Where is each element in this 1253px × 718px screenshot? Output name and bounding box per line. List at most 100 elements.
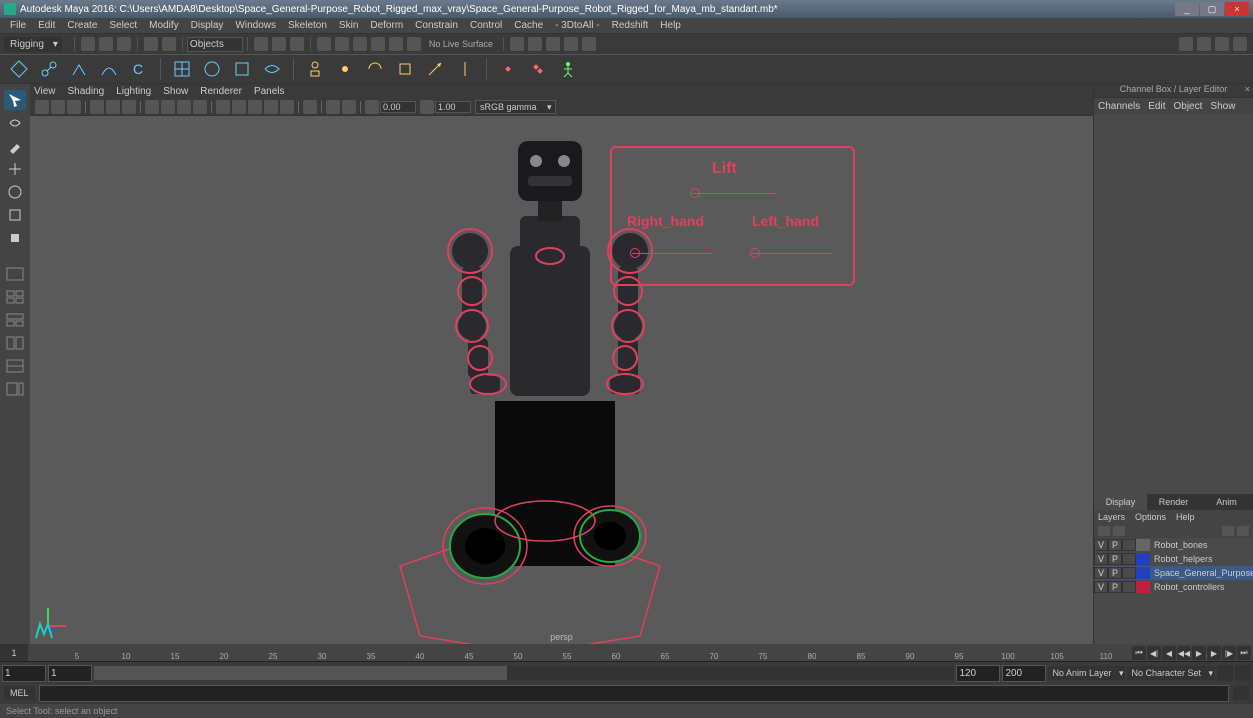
close-button[interactable]: ×	[1225, 2, 1249, 16]
render-frame-icon[interactable]	[528, 37, 542, 51]
menu-skeleton[interactable]: Skeleton	[282, 20, 333, 31]
vt-exposure-icon[interactable]	[365, 100, 379, 114]
left-hand-slider-track[interactable]	[752, 253, 832, 254]
prefs-button[interactable]	[1235, 665, 1251, 681]
construction-history-icon[interactable]	[510, 37, 524, 51]
maximize-button[interactable]: ▢	[1200, 2, 1224, 16]
layer-row[interactable]: VPRobot_helpers	[1094, 552, 1253, 566]
shelf-select-icon[interactable]	[7, 57, 31, 81]
vt-smooth-shade-icon[interactable]	[232, 100, 246, 114]
vt-gate-mask-icon[interactable]	[193, 100, 207, 114]
range-start-field[interactable]	[48, 665, 92, 682]
move-tool[interactable]	[4, 159, 26, 179]
redo-icon[interactable]	[162, 37, 176, 51]
time-slider[interactable]: 1 51015202530354045505560657075808590951…	[0, 644, 1253, 662]
anim-layer-dropdown[interactable]: No Anim Layer	[1048, 666, 1125, 680]
panel-toggle-1-icon[interactable]	[1179, 37, 1193, 51]
layer-row[interactable]: VPRobot_bones	[1094, 538, 1253, 552]
new-scene-icon[interactable]	[81, 37, 95, 51]
shelf-nonlinear-icon[interactable]	[260, 57, 284, 81]
layer-playback-toggle[interactable]: P	[1108, 553, 1122, 565]
shelf-lattice-icon[interactable]	[170, 57, 194, 81]
layer-type-cell[interactable]	[1122, 581, 1136, 593]
time-ruler[interactable]: 5101520253035404550556065707580859095100…	[28, 644, 1253, 661]
menu-windows[interactable]: Windows	[229, 20, 282, 31]
auto-key-button[interactable]	[1217, 665, 1233, 681]
render-globe-icon[interactable]	[582, 37, 596, 51]
scale-tool[interactable]	[4, 205, 26, 225]
snap-point-icon[interactable]	[353, 37, 367, 51]
script-editor-button[interactable]	[1233, 686, 1249, 700]
step-forward-button[interactable]: ▶	[1207, 646, 1221, 660]
vt-isolate-icon[interactable]	[303, 100, 317, 114]
minimize-button[interactable]: _	[1175, 2, 1199, 16]
vt-2d-pan-icon[interactable]	[106, 100, 120, 114]
layout-7-icon[interactable]	[4, 402, 26, 422]
layer-color-swatch[interactable]	[1136, 553, 1150, 565]
vt-lock-camera-icon[interactable]	[51, 100, 65, 114]
layer-visible-toggle[interactable]: V	[1094, 567, 1108, 579]
shelf-joint-icon[interactable]	[37, 57, 61, 81]
layer-playback-toggle[interactable]: P	[1108, 567, 1122, 579]
range-end-field[interactable]	[956, 665, 1000, 682]
vt-film-gate-icon[interactable]	[161, 100, 175, 114]
layer-menu-options[interactable]: Options	[1135, 512, 1166, 522]
layout-4-icon[interactable]	[4, 333, 26, 353]
layer-color-swatch[interactable]	[1136, 567, 1150, 579]
viewport-3d[interactable]: Lift Right_hand Left_hand persp	[30, 116, 1093, 644]
select-by-hierarchy-icon[interactable]	[254, 37, 268, 51]
cb-menu-channels[interactable]: Channels	[1098, 101, 1140, 112]
layout-5-icon[interactable]	[4, 356, 26, 376]
four-view-icon[interactable]	[4, 287, 26, 307]
cb-menu-edit[interactable]: Edit	[1148, 101, 1165, 112]
right-hand-slider-knob[interactable]	[630, 248, 640, 258]
lift-slider-track[interactable]	[692, 193, 777, 194]
anim-min-field[interactable]	[2, 665, 46, 682]
play-back-button[interactable]: ◀◀	[1177, 646, 1191, 660]
open-scene-icon[interactable]	[99, 37, 113, 51]
right-hand-slider-track[interactable]	[632, 253, 712, 254]
rotate-tool[interactable]	[4, 182, 26, 202]
range-slider[interactable]	[94, 666, 954, 680]
single-view-icon[interactable]	[4, 264, 26, 284]
snap-grid-icon[interactable]	[317, 37, 331, 51]
shelf-constraint-point-icon[interactable]	[333, 57, 357, 81]
vt-xray-icon[interactable]	[326, 100, 340, 114]
layer-type-cell[interactable]	[1122, 539, 1136, 551]
anim-max-field[interactable]	[1002, 665, 1046, 682]
shelf-wrap-icon[interactable]	[200, 57, 224, 81]
snap-curve-icon[interactable]	[335, 37, 349, 51]
shelf-blend-icon[interactable]	[230, 57, 254, 81]
layer-tab-display[interactable]: Display	[1094, 494, 1147, 510]
last-tool[interactable]	[4, 228, 26, 248]
layer-type-cell[interactable]	[1122, 553, 1136, 565]
step-back-key-button[interactable]: ◀|	[1147, 646, 1161, 660]
colorspace-dropdown[interactable]: sRGB gamma	[475, 100, 556, 114]
shelf-constraint-pole-icon[interactable]	[453, 57, 477, 81]
paint-select-tool[interactable]	[4, 136, 26, 156]
vt-image-plane-icon[interactable]	[90, 100, 104, 114]
command-input[interactable]	[39, 685, 1229, 702]
menu-constrain[interactable]: Constrain	[409, 20, 464, 31]
menu-help[interactable]: Help	[654, 20, 687, 31]
layer-menu-help[interactable]: Help	[1176, 512, 1195, 522]
vt-use-lights-icon[interactable]	[264, 100, 278, 114]
layer-move-down-icon[interactable]	[1113, 526, 1125, 536]
vt-grease-icon[interactable]	[122, 100, 136, 114]
snap-surface-icon[interactable]	[389, 37, 403, 51]
lasso-tool[interactable]	[4, 113, 26, 133]
layer-row[interactable]: VPRobot_controllers	[1094, 580, 1253, 594]
menu-3dtoall[interactable]: - 3DtoAll -	[549, 20, 605, 31]
cb-menu-show[interactable]: Show	[1210, 101, 1235, 112]
layer-new-empty-icon[interactable]	[1222, 526, 1234, 536]
menu-control[interactable]: Control	[464, 20, 508, 31]
vt-textured-icon[interactable]	[248, 100, 262, 114]
panel-menu-panels[interactable]: Panels	[254, 86, 285, 97]
save-scene-icon[interactable]	[117, 37, 131, 51]
menu-skin[interactable]: Skin	[333, 20, 364, 31]
left-hand-slider-knob[interactable]	[750, 248, 760, 258]
layer-color-swatch[interactable]	[1136, 581, 1150, 593]
exposure-field[interactable]	[380, 101, 416, 113]
shelf-constraint-scale-icon[interactable]	[393, 57, 417, 81]
layout-6-icon[interactable]	[4, 379, 26, 399]
